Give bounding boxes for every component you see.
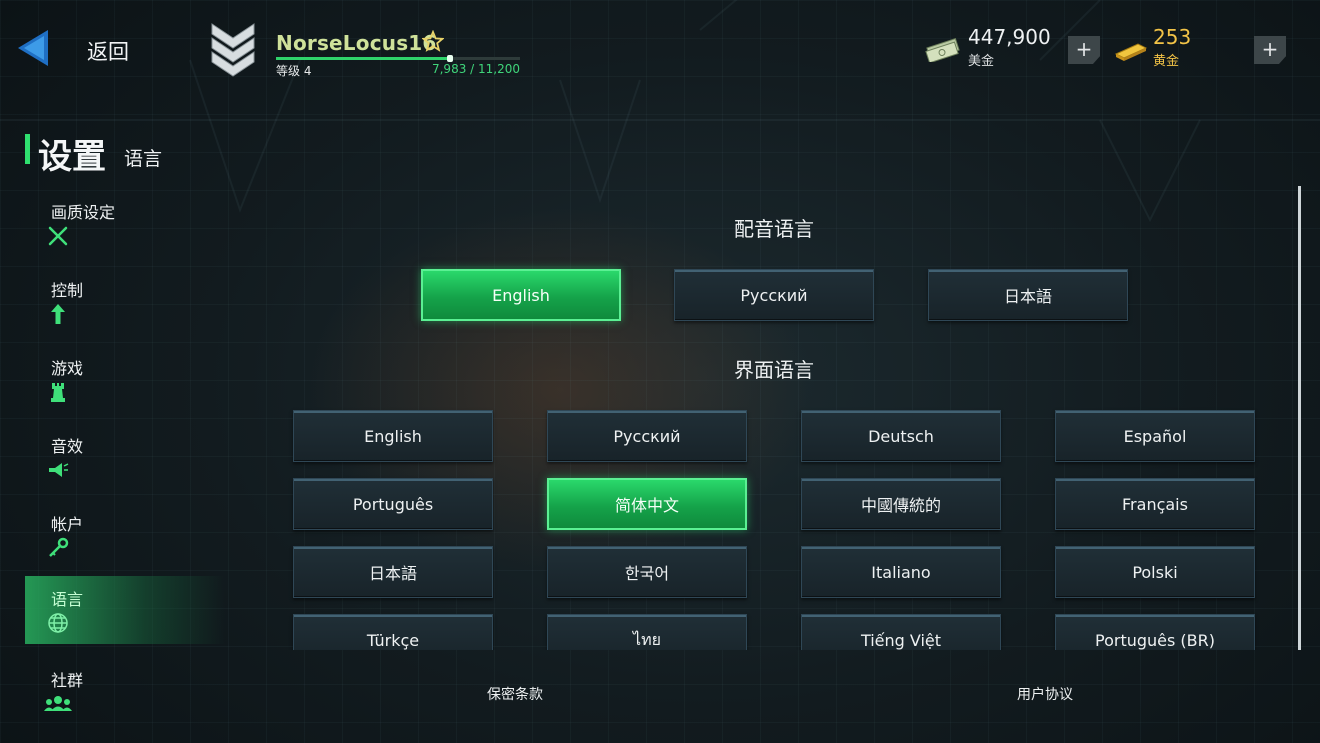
sidebar-item-label: 画质设定	[51, 203, 116, 222]
voice-option-russian[interactable]: Русский	[674, 269, 874, 321]
player-level: 等级 4	[276, 64, 312, 78]
xp-progress-marker	[446, 55, 453, 62]
sidebar-item-label: 帐户	[51, 515, 84, 534]
sidebar-item-game[interactable]: 游戏	[25, 345, 225, 413]
user-agreement-link[interactable]: 用户协议	[1017, 684, 1073, 704]
sidebar-item-controls[interactable]: 控制	[25, 267, 225, 335]
megaphone-icon	[49, 463, 69, 477]
page-title: 设置	[38, 137, 106, 177]
sidebar-item-label: 音效	[51, 437, 84, 456]
rook-icon	[51, 383, 65, 402]
ui-language-grid: English Русский Deutsch Español Portuguê…	[280, 400, 1280, 650]
ui-option-portuguese[interactable]: Português	[293, 478, 493, 530]
player-name[interactable]: NorseLocus16	[276, 31, 437, 55]
arrow-up-icon	[51, 304, 65, 324]
ui-option-german[interactable]: Deutsch	[801, 410, 1001, 462]
ui-option-turkish[interactable]: Türkçe	[293, 614, 493, 650]
ui-option-portuguese-br[interactable]: Português (BR)	[1055, 614, 1255, 650]
ui-option-french[interactable]: Français	[1055, 478, 1255, 530]
ui-option-japanese[interactable]: 日本語	[293, 546, 493, 598]
sidebar-item-account[interactable]: 帐户	[25, 501, 225, 569]
ui-option-vietnamese[interactable]: Tiếng Việt	[801, 614, 1001, 650]
title-accent-bar	[25, 134, 30, 164]
sidebar-item-language[interactable]: 语言	[25, 576, 225, 644]
sidebar-item-community[interactable]: 社群	[25, 657, 225, 725]
ui-option-simplified-chinese[interactable]: 简体中文	[547, 478, 747, 530]
people-icon	[44, 696, 72, 711]
add-gold-button[interactable]: +	[1254, 36, 1286, 64]
scrollbar[interactable]	[1298, 186, 1301, 650]
gold-bar-icon	[1114, 43, 1148, 61]
sidebar-item-sound[interactable]: 音效	[25, 423, 225, 491]
cash-amount: 447,900	[968, 25, 1051, 49]
ui-option-english[interactable]: English	[293, 410, 493, 462]
ui-option-traditional-chinese[interactable]: 中國傳統的	[801, 478, 1001, 530]
ui-option-thai[interactable]: ไทย	[547, 614, 747, 650]
sidebar-item-label: 社群	[51, 671, 84, 690]
voice-option-japanese[interactable]: 日本語	[928, 269, 1128, 321]
xp-text: 7,983 / 11,200	[431, 62, 520, 76]
wrench-screwdriver-icon	[48, 226, 68, 246]
privacy-policy-link[interactable]: 保密条款	[487, 684, 543, 704]
voice-option-english[interactable]: English	[421, 269, 621, 321]
sidebar-item-graphics[interactable]: 画质设定	[25, 189, 225, 257]
star-icon	[422, 30, 444, 52]
sidebar-item-label: 语言	[51, 590, 84, 609]
gold-amount: 253	[1153, 25, 1192, 49]
xp-progress-bar	[276, 55, 520, 62]
key-icon	[49, 537, 69, 557]
back-arrow-icon	[18, 30, 48, 66]
ui-option-russian[interactable]: Русский	[547, 410, 747, 462]
voice-language-title: 配音语言	[734, 217, 814, 241]
cash-icon	[925, 38, 960, 62]
cash-label: 美金	[968, 54, 995, 69]
ui-language-title: 界面语言	[734, 358, 814, 382]
sidebar-item-label: 游戏	[51, 359, 84, 378]
back-button[interactable]	[14, 28, 50, 68]
page-subtitle: 语言	[124, 148, 163, 170]
gold-label: 黄金	[1153, 54, 1180, 69]
sidebar-item-label: 控制	[51, 281, 84, 300]
ui-option-korean[interactable]: 한국어	[547, 546, 747, 598]
add-cash-button[interactable]: +	[1068, 36, 1100, 64]
ui-option-polish[interactable]: Polski	[1055, 546, 1255, 598]
rank-chevron-icon	[211, 23, 255, 77]
xp-progress-fill	[276, 57, 450, 60]
ui-option-spanish[interactable]: Español	[1055, 410, 1255, 462]
globe-icon	[48, 613, 68, 633]
ui-option-italian[interactable]: Italiano	[801, 546, 1001, 598]
back-label[interactable]: 返回	[87, 36, 129, 66]
